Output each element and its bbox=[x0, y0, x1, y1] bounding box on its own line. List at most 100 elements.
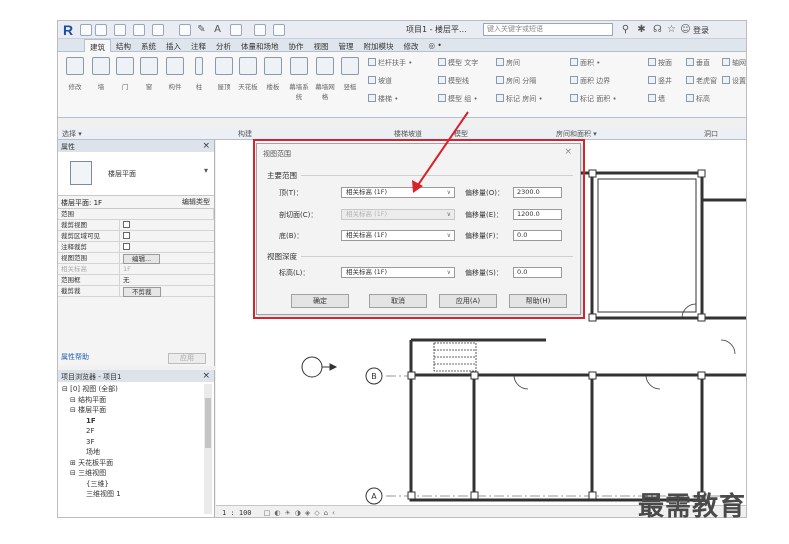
grid-button[interactable]: 轴网 bbox=[722, 58, 746, 68]
checkbox[interactable] bbox=[123, 221, 130, 228]
tree-item[interactable]: {三维} bbox=[58, 479, 214, 490]
tab-2[interactable]: 系统 bbox=[136, 39, 161, 52]
login-link[interactable]: 登录 bbox=[693, 25, 709, 36]
tree-item[interactable]: 场地 bbox=[58, 447, 214, 458]
tab-3[interactable]: 插入 bbox=[161, 39, 186, 52]
tab-9[interactable]: 管理 bbox=[334, 39, 359, 52]
property-value[interactable] bbox=[120, 231, 214, 241]
tree-item[interactable]: ⊟ 结构平面 bbox=[58, 395, 214, 406]
select-panel-label[interactable]: 选择 ▾ bbox=[62, 129, 82, 139]
property-button[interactable]: 编辑... bbox=[123, 254, 161, 264]
cancel-button[interactable]: 取消 bbox=[369, 294, 427, 308]
scrollbar-thumb[interactable] bbox=[205, 398, 211, 448]
column-button[interactable]: 柱 bbox=[188, 57, 210, 95]
depth-level-select[interactable]: 相关标高 (1F) ∨ bbox=[341, 267, 455, 278]
measure-icon[interactable] bbox=[179, 24, 191, 36]
property-value[interactable] bbox=[120, 220, 214, 230]
tab-5[interactable]: 分析 bbox=[211, 39, 236, 52]
user-icon[interactable]: ☺ bbox=[680, 24, 691, 35]
bottom-offset-input[interactable]: 0.0 bbox=[513, 230, 562, 241]
close-icon[interactable]: × bbox=[202, 371, 210, 381]
roof-button[interactable]: 屋顶 bbox=[213, 57, 235, 95]
tab-0[interactable]: 建筑 bbox=[84, 39, 111, 52]
3d-view-icon[interactable] bbox=[230, 24, 242, 36]
property-row[interactable]: 裁剪区域可见 bbox=[58, 231, 214, 242]
tree-item[interactable]: ⊟ [0] 视图 (全部) bbox=[58, 384, 214, 395]
properties-help-link[interactable]: 属性帮助 bbox=[61, 352, 89, 362]
text-icon[interactable]: A bbox=[212, 24, 223, 35]
instance-filter[interactable]: 楼层平面: 1F 编辑类型 bbox=[58, 196, 214, 209]
pencil-icon[interactable]: ✎ bbox=[196, 24, 207, 35]
tab-10[interactable]: 附加模块 bbox=[359, 39, 399, 52]
view-scale[interactable]: 1 : 100 bbox=[222, 509, 252, 517]
favorites-icon[interactable]: ☆ bbox=[666, 24, 677, 35]
floor-button[interactable]: 楼板 bbox=[262, 57, 284, 95]
chevron-down-icon[interactable]: ▾ bbox=[204, 166, 208, 175]
print-icon[interactable] bbox=[152, 24, 164, 36]
property-row[interactable]: 注释裁剪 bbox=[58, 242, 214, 253]
property-value[interactable]: 1F bbox=[120, 264, 214, 274]
tree-item[interactable]: ⊞ 天花板平面 bbox=[58, 458, 214, 469]
tab-12[interactable]: ◎ • bbox=[424, 39, 447, 52]
property-row[interactable]: 相关标高 1F bbox=[58, 264, 214, 275]
property-button[interactable]: 不剪裁 bbox=[123, 287, 161, 297]
cut-offset-input[interactable]: 1200.0 bbox=[513, 209, 562, 220]
vertical-opening-button[interactable]: 垂直 bbox=[686, 58, 710, 68]
elevation-marker[interactable] bbox=[301, 356, 323, 378]
view-control-icons[interactable]: □◐☀◑◈◇⌂‹ bbox=[264, 509, 339, 517]
tab-1[interactable]: 结构 bbox=[111, 39, 136, 52]
switch-windows-icon[interactable] bbox=[273, 24, 285, 36]
close-icon[interactable]: × bbox=[564, 147, 572, 157]
mullion-button[interactable]: 竖梃 bbox=[339, 57, 361, 95]
tab-11[interactable]: 修改 bbox=[399, 39, 424, 52]
property-row[interactable]: 截剪裁 不剪裁 bbox=[58, 286, 214, 297]
section-header[interactable]: 范围 bbox=[58, 209, 214, 220]
property-value[interactable]: 编辑... bbox=[120, 253, 214, 264]
app-logo[interactable]: R bbox=[60, 22, 76, 38]
workplane-set-button[interactable]: 设置 bbox=[722, 76, 746, 86]
binoculars-icon[interactable]: ⚲ bbox=[620, 24, 631, 35]
tree-item[interactable]: 3F bbox=[58, 437, 214, 448]
area-button[interactable]: 面积 • bbox=[570, 58, 600, 68]
open-icon[interactable] bbox=[80, 24, 92, 36]
curtain-grid-button[interactable]: 幕墙网格 bbox=[314, 57, 336, 101]
model-text-button[interactable]: 模型 文字 bbox=[438, 58, 478, 68]
tag-area-button[interactable]: 标记 面积 • bbox=[570, 94, 617, 104]
property-row[interactable]: 范围框无 bbox=[58, 275, 214, 286]
model-group-button[interactable]: 模型 组 • bbox=[438, 94, 478, 104]
area-boundary-button[interactable]: 面积 边界 bbox=[570, 76, 610, 86]
ramp-button[interactable]: 坡道 bbox=[368, 76, 392, 86]
by-face-button[interactable]: 按面 bbox=[648, 58, 672, 68]
checkbox[interactable] bbox=[123, 232, 130, 239]
modify-button[interactable]: 修改 bbox=[64, 57, 86, 95]
communication-icon[interactable]: ☊ bbox=[652, 24, 663, 35]
browser-scrollbar[interactable] bbox=[204, 384, 212, 514]
save-icon[interactable] bbox=[95, 24, 107, 36]
property-row[interactable]: 视图范围 编辑... bbox=[58, 253, 214, 264]
level-button[interactable]: 标高 bbox=[686, 94, 710, 104]
tree-item[interactable]: 1F bbox=[58, 416, 214, 427]
component-button[interactable]: 构件 bbox=[164, 57, 186, 95]
model-line-button[interactable]: 模型线 bbox=[438, 76, 469, 86]
stair-button[interactable]: 楼梯 • bbox=[368, 94, 398, 104]
close-icon[interactable]: × bbox=[202, 141, 210, 151]
dormer-button[interactable]: 老虎窗 bbox=[686, 76, 717, 86]
tree-item[interactable]: 2F bbox=[58, 426, 214, 437]
undo-icon[interactable] bbox=[114, 24, 126, 36]
property-value[interactable]: 不剪裁 bbox=[120, 286, 214, 297]
ok-button[interactable]: 确定 bbox=[291, 294, 349, 308]
tab-4[interactable]: 注释 bbox=[186, 39, 211, 52]
apply-button[interactable]: 应用 bbox=[168, 353, 206, 364]
room-area-panel-label[interactable]: 房间和面积 ▾ bbox=[556, 129, 597, 139]
bottom-level-select[interactable]: 相关标高 (1F) ∨ bbox=[341, 230, 455, 241]
type-selector[interactable]: 楼层平面 ▾ bbox=[58, 152, 214, 196]
tree-item[interactable]: ⊟ 楼层平面 bbox=[58, 405, 214, 416]
room-button[interactable]: 房间 bbox=[496, 58, 520, 68]
tab-8[interactable]: 视图 bbox=[309, 39, 334, 52]
room-separator-button[interactable]: 房间 分隔 bbox=[496, 76, 536, 86]
property-value[interactable]: 无 bbox=[120, 275, 214, 285]
door-button[interactable]: 门 bbox=[114, 57, 136, 95]
tree-item[interactable]: 三维视图 1 bbox=[58, 489, 214, 500]
tab-6[interactable]: 体量和场地 bbox=[236, 39, 284, 52]
property-value[interactable] bbox=[120, 242, 214, 252]
